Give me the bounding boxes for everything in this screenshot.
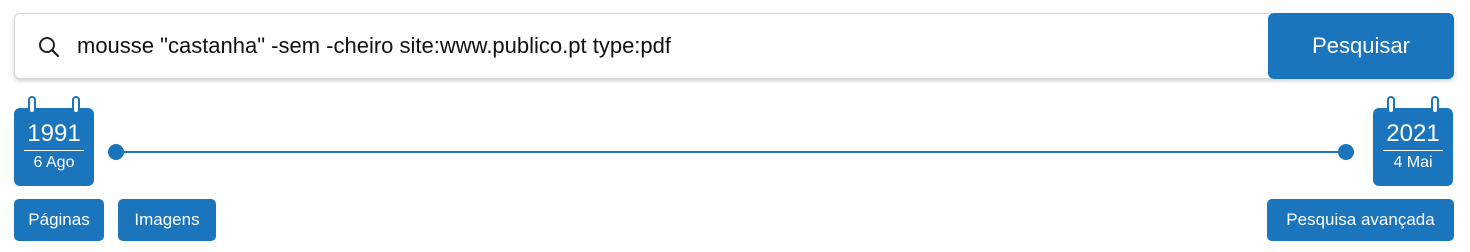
search-bar: Pesquisar <box>14 13 1454 79</box>
date-slider-start-handle[interactable] <box>108 144 124 160</box>
start-date-calendar[interactable]: 1991 6 Ago <box>14 96 94 186</box>
search-page: Pesquisar 1991 6 Ago 2021 4 Mai Páginas … <box>0 0 1470 252</box>
start-day-month: 6 Ago <box>33 154 75 171</box>
images-button[interactable]: Imagens <box>118 199 216 241</box>
calendar-ring-icon <box>1431 96 1439 114</box>
start-year: 1991 <box>27 120 81 147</box>
end-year: 2021 <box>1386 120 1440 147</box>
pages-button[interactable]: Páginas <box>14 199 104 241</box>
search-icon <box>37 35 61 59</box>
end-day-month: 4 Mai <box>1393 154 1433 171</box>
date-slider-track[interactable] <box>116 151 1346 153</box>
calendar-ring-icon <box>1387 96 1395 114</box>
calendar-ring-icon <box>28 96 36 114</box>
search-button[interactable]: Pesquisar <box>1268 13 1454 79</box>
calendar-ring-icon <box>72 96 80 114</box>
end-date-calendar[interactable]: 2021 4 Mai <box>1373 96 1453 186</box>
advanced-search-button[interactable]: Pesquisa avançada <box>1267 199 1454 241</box>
calendar-divider <box>24 150 84 151</box>
search-input[interactable] <box>77 22 1257 70</box>
calendar-divider <box>1383 150 1443 151</box>
date-slider-end-handle[interactable] <box>1338 144 1354 160</box>
